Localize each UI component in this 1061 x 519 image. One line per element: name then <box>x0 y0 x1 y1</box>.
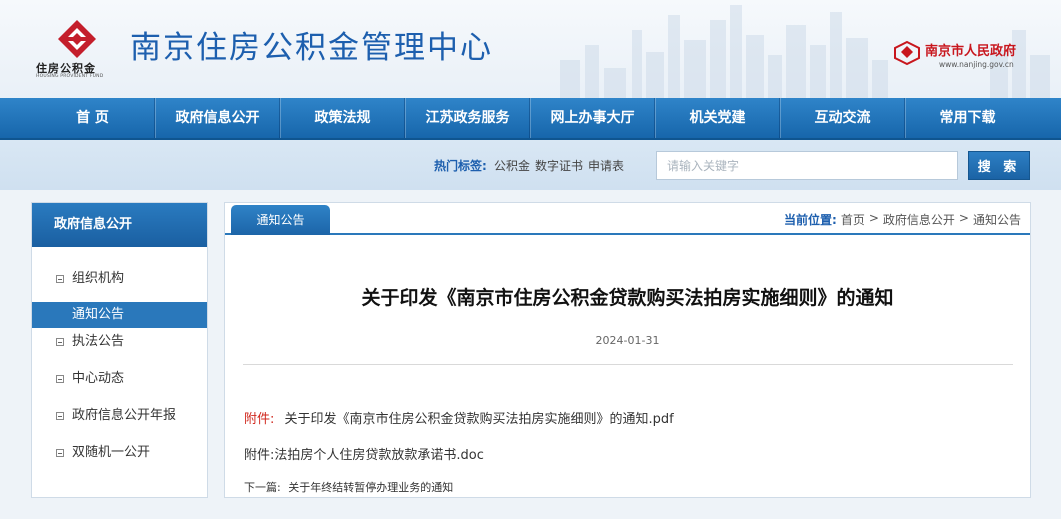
search-button[interactable]: 搜 索 <box>968 151 1030 180</box>
breadcrumb-separator: > <box>958 211 969 225</box>
article-title: 关于印发《南京市住房公积金贷款购买法拍房实施细则》的通知 <box>361 287 894 309</box>
nav-item-party-building[interactable]: 机关党建 <box>655 98 780 138</box>
gov-name: 南京市人民政府 <box>925 44 1017 59</box>
attachment-row: 附件: 关于印发《南京市住房公积金贷款购买法拍房实施细则》的通知.pdf <box>244 408 674 427</box>
nav-item-downloads[interactable]: 常用下载 <box>905 98 1029 138</box>
sidebar-item-label: 政府信息公开年报 <box>72 408 177 423</box>
sidebar-item-enforcement[interactable]: 执法公告 <box>32 329 207 355</box>
sidebar-item-label: 组织机构 <box>72 271 125 286</box>
breadcrumb: 当前位置: 首页 > 政府信息公开 > 通知公告 <box>784 211 1021 228</box>
collapse-box-icon <box>56 275 64 283</box>
breadcrumb-separator: > <box>868 211 879 225</box>
main-navigation: 首 页 政府信息公开 政策法规 江苏政务服务 网上办事大厅 机关党建 互动交流 … <box>0 98 1061 140</box>
attachment-label: 附件: <box>244 412 275 427</box>
hot-tag-provident-fund[interactable]: 公积金 <box>494 157 530 174</box>
sidebar-item-label: 通知公告 <box>72 307 125 322</box>
collapse-box-icon <box>56 412 64 420</box>
sidebar-item-label: 中心动态 <box>72 371 125 386</box>
collapse-box-icon <box>56 449 64 457</box>
gov-url: www.nanjing.gov.cn <box>939 60 1014 69</box>
attachment-link-pdf[interactable]: 关于印发《南京市住房公积金贷款购买法拍房实施细则》的通知.pdf <box>285 412 674 427</box>
tab-notices[interactable]: 通知公告 <box>231 205 330 235</box>
sidebar-item-double-random[interactable]: 双随机一公开 <box>32 440 207 466</box>
sidebar-title: 政府信息公开 <box>32 203 207 247</box>
attachment-row: 附件:法拍房个人住房贷款放款承诺书.doc <box>244 444 484 463</box>
main-content: 通知公告 当前位置: 首页 > 政府信息公开 > 通知公告 关于印发《南京市住房… <box>224 202 1031 498</box>
nav-item-home[interactable]: 首 页 <box>31 98 155 138</box>
attachment-link-doc[interactable]: 法拍房个人住房贷款放款承诺书.doc <box>274 448 484 463</box>
nanjing-government-link[interactable]: 南京市人民政府 www.nanjing.gov.cn <box>925 40 1016 69</box>
site-title: 南京住房公积金管理中心 <box>130 30 493 66</box>
site-header: 住房公积金 HOUSING PROVIDENT FUND 南京住房公积金管理中心… <box>0 0 1061 98</box>
nav-item-online-hall[interactable]: 网上办事大厅 <box>530 98 655 138</box>
divider <box>243 364 1013 365</box>
nav-item-policies[interactable]: 政策法规 <box>280 98 405 138</box>
provident-fund-logo-icon <box>58 20 96 58</box>
nanjing-government-emblem-icon <box>894 40 920 66</box>
sidebar: 政府信息公开 组织机构 通知公告 执法公告 中心动态 政府信息公开年报 双随机一… <box>31 202 208 498</box>
breadcrumb-notices[interactable]: 通知公告 <box>973 211 1021 228</box>
nav-item-interaction[interactable]: 互动交流 <box>780 98 905 138</box>
sidebar-item-news[interactable]: 中心动态 <box>32 366 207 392</box>
next-article-label: 下一篇: <box>244 481 281 494</box>
next-article-link[interactable]: 关于年终结转暂停办理业务的通知 <box>288 481 453 494</box>
sidebar-item-organization[interactable]: 组织机构 <box>32 266 207 292</box>
nav-item-jiangsu-services[interactable]: 江苏政务服务 <box>405 98 530 138</box>
breadcrumb-label: 当前位置: <box>784 213 837 227</box>
content-tab-bar: 通知公告 当前位置: 首页 > 政府信息公开 > 通知公告 <box>225 203 1030 235</box>
article-date: 2024-01-31 <box>595 334 660 347</box>
hot-tag-digital-certificate[interactable]: 数字证书 <box>535 157 583 174</box>
collapse-box-icon <box>56 375 64 383</box>
next-article: 下一篇: 关于年终结转暂停办理业务的通知 <box>244 479 453 495</box>
collapse-box-icon <box>56 338 64 346</box>
logo-english-text: HOUSING PROVIDENT FUND <box>36 74 104 79</box>
breadcrumb-gov-info[interactable]: 政府信息公开 <box>883 211 955 228</box>
sidebar-item-label: 双随机一公开 <box>72 445 151 460</box>
nav-item-gov-info[interactable]: 政府信息公开 <box>155 98 280 138</box>
hot-tags: 公积金 数字证书 申请表 <box>494 157 624 174</box>
hot-tag-application-form[interactable]: 申请表 <box>588 157 624 174</box>
search-bar: 热门标签: 公积金 数字证书 申请表 搜 索 <box>0 140 1061 190</box>
breadcrumb-home[interactable]: 首页 <box>841 211 865 228</box>
attachment-label: 附件: <box>244 448 275 463</box>
hot-tags-label: 热门标签: <box>434 159 487 173</box>
sidebar-item-label: 执法公告 <box>72 334 125 349</box>
sidebar-item-notices[interactable]: 通知公告 <box>32 302 207 328</box>
sidebar-item-annual-report[interactable]: 政府信息公开年报 <box>32 403 207 429</box>
search-input[interactable] <box>656 151 958 180</box>
